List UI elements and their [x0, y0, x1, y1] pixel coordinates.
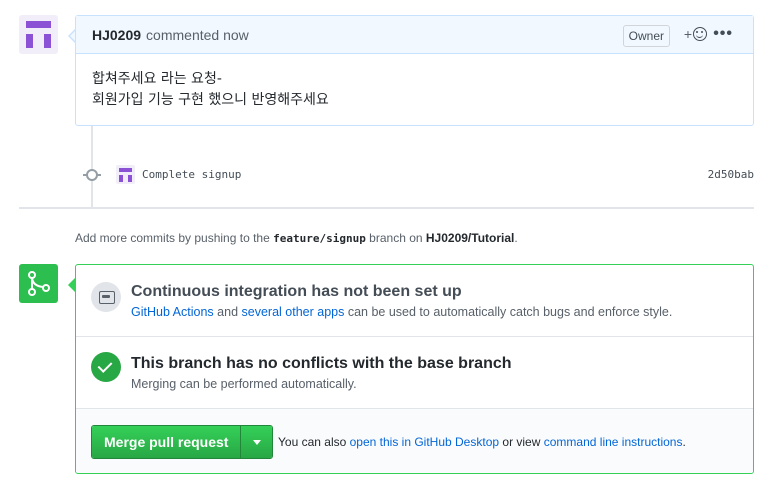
push-hint: Add more commits by pushing to the featu…: [75, 231, 518, 245]
also-suffix: .: [682, 435, 686, 449]
caret-down-icon[interactable]: [240, 426, 273, 458]
repo-name: HJ0209/Tutorial: [425, 231, 515, 245]
comment-box: HJ0209 commented now Owner + ••• 합쳐주세요 라…: [75, 15, 754, 126]
timeline-line: [91, 126, 93, 207]
also-prefix: You can also: [278, 435, 347, 449]
add-reaction-button[interactable]: +: [684, 26, 707, 42]
commit-avatar[interactable]: [116, 165, 135, 184]
avatar[interactable]: [19, 15, 58, 54]
conflict-title: This branch has no conflicts with the ba…: [131, 355, 512, 372]
commit-sha[interactable]: 2d50bab: [708, 168, 754, 181]
ci-title: Continuous integration has not been set …: [131, 283, 462, 300]
other-apps-link[interactable]: several other apps: [242, 305, 345, 319]
merge-icon: [19, 264, 58, 303]
comment-body-line: 회원가입 기능 구현 했으니 반영해주세요: [92, 92, 329, 108]
merge-button-group: Merge pull request: [91, 425, 274, 459]
hint-middle: branch on: [369, 231, 423, 245]
ci-and: and: [217, 305, 239, 319]
hint-suffix: .: [514, 231, 518, 245]
ci-rest: can be used to automatically catch bugs …: [347, 305, 673, 319]
timeline-divider: [19, 207, 754, 209]
branch-name: feature/signup: [273, 232, 366, 245]
command-line-link[interactable]: command line instructions: [544, 435, 683, 449]
commit-icon: [86, 169, 98, 181]
kebab-icon[interactable]: •••: [713, 25, 733, 43]
merge-pull-request-button[interactable]: Merge pull request: [92, 426, 241, 458]
merge-box: Continuous integration has not been set …: [75, 264, 754, 474]
merge-action-row: Merge pull request You can also open thi…: [76, 409, 753, 473]
hint-prefix: Add more commits by pushing to the: [75, 231, 270, 245]
comment-author[interactable]: HJ0209: [92, 27, 141, 43]
ci-status-row: Continuous integration has not been set …: [76, 265, 753, 337]
comment-body-line: 합쳐주세요 라는 요청-: [92, 71, 222, 87]
owner-badge: Owner: [622, 25, 670, 47]
ci-subtitle: GitHub Actions and several other apps ca…: [131, 305, 672, 319]
smiley-icon: [693, 27, 707, 41]
check-icon: [91, 352, 121, 382]
github-actions-link[interactable]: GitHub Actions: [131, 305, 214, 319]
merge-alternatives: You can also open this in GitHub Desktop…: [278, 435, 686, 449]
commit-message[interactable]: Complete signup: [142, 168, 241, 181]
ci-icon: [91, 282, 121, 312]
conflict-status-row: This branch has no conflicts with the ba…: [76, 337, 753, 409]
comment-body: 합쳐주세요 라는 요청- 회원가입 기능 구현 했으니 반영해주세요: [76, 54, 753, 111]
comment-action[interactable]: commented now: [146, 27, 249, 43]
or-view: or view: [502, 435, 541, 449]
conflict-subtitle: Merging can be performed automatically.: [131, 377, 357, 391]
reaction-plus: +: [683, 26, 692, 42]
github-desktop-link[interactable]: open this in GitHub Desktop: [350, 435, 499, 449]
